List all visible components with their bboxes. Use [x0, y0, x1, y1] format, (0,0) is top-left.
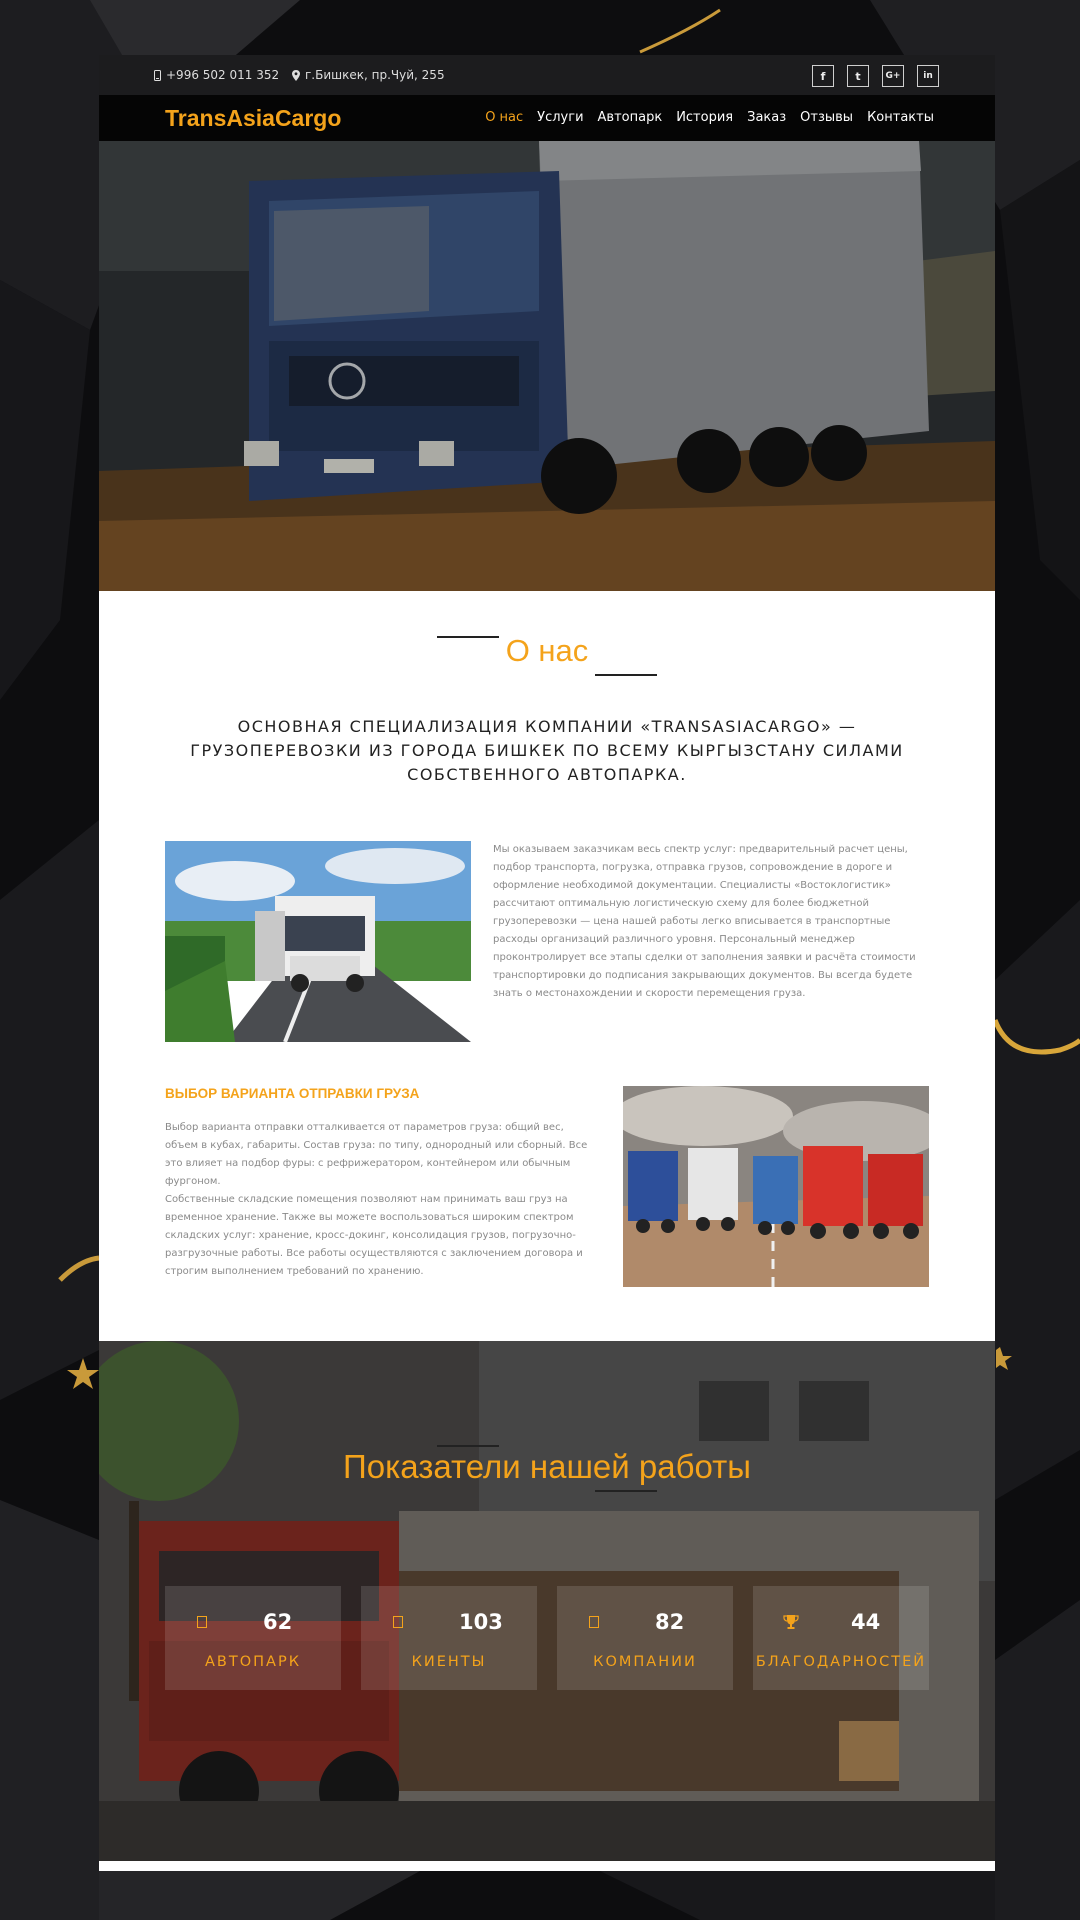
white-truck-highway-image: [165, 841, 471, 1042]
nav-item-services[interactable]: Услуги: [537, 110, 583, 125]
stat-card-thanks: 44 БЛАГОДАРНОСТЕЙ: [753, 1586, 929, 1690]
location-pin-icon: [292, 69, 300, 81]
google-plus-icon[interactable]: G+: [882, 65, 904, 87]
about-lead-text: ОСНОВНАЯ СПЕЦИАЛИЗАЦИЯ КОМПАНИИ «TRANSAS…: [190, 717, 904, 784]
stats-title: Показатели нашей работы: [343, 1448, 751, 1485]
nav-item-reviews[interactable]: Отзывы: [800, 110, 853, 125]
stat-value: 44: [851, 1610, 881, 1634]
stats-title-line-left: [437, 1445, 499, 1447]
stat-card-clients: 103 КИЕНТЫ: [361, 1586, 537, 1690]
phone-number: +996 502 011 352: [166, 68, 280, 82]
nav-item-about[interactable]: О нас: [485, 110, 523, 125]
stat-value: 103: [459, 1610, 503, 1634]
website-page: +996 502 011 352 г.Бишкек, пр.Чуй, 255 f…: [99, 55, 995, 1871]
shipping-paragraph-1: Выбор варианта отправки отталкивается от…: [165, 1122, 588, 1187]
stat-value: 62: [263, 1610, 293, 1634]
trophy-icon: [783, 1615, 799, 1629]
building-icon: [589, 1616, 599, 1628]
stat-card-fleet: 62 АВТОПАРК: [165, 1586, 341, 1690]
stat-value: 82: [655, 1610, 685, 1634]
address-text: г.Бишкек, пр.Чуй, 255: [305, 68, 445, 82]
stat-label: КОМПАНИИ: [593, 1654, 697, 1670]
stats-section: Показатели нашей работы 62 АВТОПАРК 103 …: [99, 1341, 995, 1861]
users-icon: [393, 1616, 403, 1628]
nav-item-contacts[interactable]: Контакты: [867, 110, 934, 125]
about-paragraph: Мы оказываем заказчикам весь спектр услу…: [493, 844, 916, 999]
stats-title-line-right: [595, 1490, 657, 1492]
nav-item-fleet[interactable]: Автопарк: [598, 110, 663, 125]
main-navigation: TransAsiaCargo О нас Услуги Автопарк Ист…: [99, 95, 995, 141]
twitter-icon[interactable]: t: [847, 65, 869, 87]
phone-icon: [154, 69, 161, 81]
nav-menu: О нас Услуги Автопарк История Заказ Отзы…: [485, 110, 934, 125]
address-contact: г.Бишкек, пр.Чуй, 255: [292, 68, 445, 82]
shipping-heading: ВЫБОР ВАРИАНТА ОТПРАВКИ ГРУЗА: [165, 1086, 420, 1101]
site-logo[interactable]: TransAsiaCargo: [165, 105, 341, 132]
shipping-paragraph-2: Собственные складские помещения позволяю…: [165, 1194, 583, 1277]
stat-label: КИЕНТЫ: [411, 1654, 487, 1670]
truck-fleet-image: [623, 1086, 929, 1287]
truck-icon: [197, 1616, 207, 1628]
about-title-wrap: О нас: [99, 633, 995, 669]
hero-truck-image: [99, 141, 995, 591]
top-contact-bar: +996 502 011 352 г.Бишкек, пр.Чуй, 255 f…: [99, 55, 995, 95]
stat-card-companies: 82 КОМПАНИИ: [557, 1586, 733, 1690]
nav-item-order[interactable]: Заказ: [747, 110, 786, 125]
nav-item-history[interactable]: История: [676, 110, 733, 125]
social-links: f t G+ in: [812, 65, 939, 87]
facebook-icon[interactable]: f: [812, 65, 834, 87]
title-decor-line-right: [595, 674, 657, 676]
stat-label: АВТОПАРК: [205, 1654, 301, 1670]
about-title: О нас: [505, 633, 589, 668]
stat-label: БЛАГОДАРНОСТЕЙ: [755, 1654, 927, 1670]
linkedin-icon[interactable]: in: [917, 65, 939, 87]
phone-contact[interactable]: +996 502 011 352: [154, 68, 279, 82]
